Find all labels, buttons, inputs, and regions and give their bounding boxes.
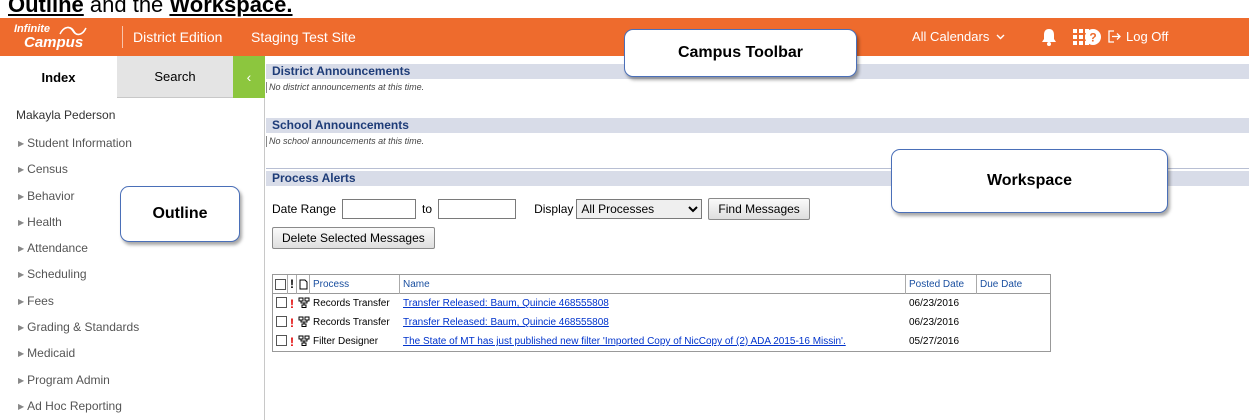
- delete-selected-messages-button[interactable]: Delete Selected Messages: [272, 227, 435, 249]
- caption-text: Outline and the Workspace.: [8, 0, 293, 17]
- school-announcements-header: School Announcements: [266, 118, 1249, 133]
- table-row: ! Filter Designer The State of MT has ju…: [273, 332, 1050, 351]
- triangle-right-icon: ▶: [18, 296, 25, 306]
- edition-label: District Edition: [133, 29, 223, 45]
- column-process[interactable]: Process: [310, 274, 400, 294]
- outline-item-attendance[interactable]: ▶ Attendance: [18, 241, 139, 267]
- table-row: ! Records Transfer Transfer Released: Ba…: [273, 313, 1050, 332]
- help-icon[interactable]: ?: [1083, 27, 1103, 47]
- find-messages-button[interactable]: Find Messages: [708, 198, 810, 220]
- outline-item-ad-hoc-reporting[interactable]: ▶ Ad Hoc Reporting: [18, 399, 139, 420]
- to-label: to: [422, 202, 433, 216]
- row-process: Records Transfer: [313, 298, 390, 309]
- triangle-right-icon: ▶: [18, 349, 25, 359]
- outline-item-fees[interactable]: ▶ Fees: [18, 294, 139, 320]
- document-column-icon: [297, 274, 310, 294]
- outline-item-program-admin[interactable]: ▶ Program Admin: [18, 373, 139, 399]
- triangle-right-icon: ▶: [18, 375, 25, 385]
- triangle-right-icon: ▶: [18, 165, 25, 175]
- district-announcements-note: No district announcements at this time.: [266, 82, 424, 93]
- row-process: Filter Designer: [313, 336, 379, 347]
- chevron-down-icon: [996, 34, 1005, 39]
- callout-workspace: Workspace: [891, 149, 1168, 213]
- row-process: Records Transfer: [313, 317, 390, 328]
- calendar-selector-label: All Calendars: [912, 29, 990, 44]
- toolbar-divider: [122, 26, 123, 48]
- process-alerts-filters: Date Range to Display All Processes Find…: [272, 198, 810, 220]
- log-off-button[interactable]: Log Off: [1108, 29, 1168, 44]
- row-name-link[interactable]: Transfer Released: Baum, Quincie 4685558…: [400, 298, 906, 309]
- row-checkbox[interactable]: [276, 334, 287, 346]
- collapse-panel-button[interactable]: ‹: [233, 56, 265, 98]
- triangle-right-icon: ▶: [18, 270, 25, 280]
- caption-strip: Outline and the Workspace.: [0, 0, 1249, 18]
- log-off-label: Log Off: [1126, 29, 1169, 44]
- chevron-left-icon: ‹: [246, 69, 252, 85]
- alert-icon: !: [290, 296, 294, 311]
- row-posted-date: 05/27/2016: [909, 336, 960, 347]
- date-range-label: Date Range: [272, 202, 337, 216]
- row-checkbox[interactable]: [276, 315, 287, 327]
- row-posted-date: 06/23/2016: [909, 298, 960, 309]
- calendar-selector[interactable]: All Calendars: [912, 29, 1005, 44]
- callout-campus-toolbar: Campus Toolbar: [624, 29, 857, 77]
- school-announcements-note: No school announcements at this time.: [266, 136, 424, 147]
- process-tree-icon: [298, 316, 310, 327]
- column-posted-date[interactable]: Posted Date: [906, 274, 977, 294]
- select-all-checkbox[interactable]: [275, 278, 286, 290]
- infinite-campus-logo[interactable]: Infinite Campus: [14, 23, 112, 51]
- alert-icon: !: [290, 334, 294, 349]
- process-alerts-table: ! Process Name Posted Date Due Date ! Re…: [272, 274, 1051, 352]
- process-tree-icon: [298, 297, 310, 308]
- svg-text:?: ?: [1089, 31, 1096, 45]
- outline-item-grading-standards[interactable]: ▶ Grading & Standards: [18, 320, 139, 346]
- priority-column-icon: !: [288, 274, 297, 294]
- process-tree-icon: [298, 335, 310, 346]
- date-from-input[interactable]: [342, 199, 417, 219]
- tab-index[interactable]: Index: [0, 56, 117, 98]
- triangle-right-icon: ▶: [18, 191, 25, 201]
- table-header: ! Process Name Posted Date Due Date: [273, 274, 1050, 294]
- column-name[interactable]: Name: [400, 274, 906, 294]
- outline-item-scheduling[interactable]: ▶ Scheduling: [18, 267, 139, 293]
- outline-item-student-information[interactable]: ▶ Student Information: [18, 136, 139, 162]
- bell-icon[interactable]: [1039, 27, 1059, 47]
- outline-item-medicaid[interactable]: ▶ Medicaid: [18, 346, 139, 372]
- triangle-right-icon: ▶: [18, 139, 25, 148]
- row-posted-date: 06/23/2016: [909, 317, 960, 328]
- display-label: Display: [534, 202, 574, 216]
- triangle-right-icon: ▶: [18, 323, 25, 333]
- site-label: Staging Test Site: [251, 29, 356, 45]
- triangle-right-icon: ▶: [18, 401, 25, 411]
- display-select[interactable]: All Processes: [576, 199, 703, 219]
- log-off-icon: [1108, 30, 1121, 43]
- selected-user-name: Makayla Pederson: [16, 108, 116, 122]
- table-row: ! Records Transfer Transfer Released: Ba…: [273, 294, 1050, 313]
- row-name-link[interactable]: The State of MT has just published new f…: [400, 336, 906, 347]
- workspace: District Announcements No district annou…: [266, 56, 1249, 420]
- outline-tabs: Index Search ‹: [0, 56, 265, 98]
- triangle-right-icon: ▶: [18, 244, 25, 254]
- tab-search[interactable]: Search: [117, 56, 233, 98]
- document-icon: [299, 279, 308, 289]
- date-to-input[interactable]: [438, 199, 517, 219]
- alert-icon: !: [290, 315, 294, 330]
- callout-outline: Outline: [120, 186, 240, 242]
- outline-item-census[interactable]: ▶ Census: [18, 162, 139, 188]
- triangle-right-icon: ▶: [18, 217, 25, 227]
- row-checkbox[interactable]: [276, 296, 287, 308]
- outline-menu: ▶ Student Information ▶ Census ▶ Behavior ▶…: [18, 136, 139, 420]
- header-select-all[interactable]: [273, 274, 288, 294]
- row-name-link[interactable]: Transfer Released: Baum, Quincie 4685558…: [400, 317, 906, 328]
- column-due-date[interactable]: Due Date: [977, 275, 1050, 294]
